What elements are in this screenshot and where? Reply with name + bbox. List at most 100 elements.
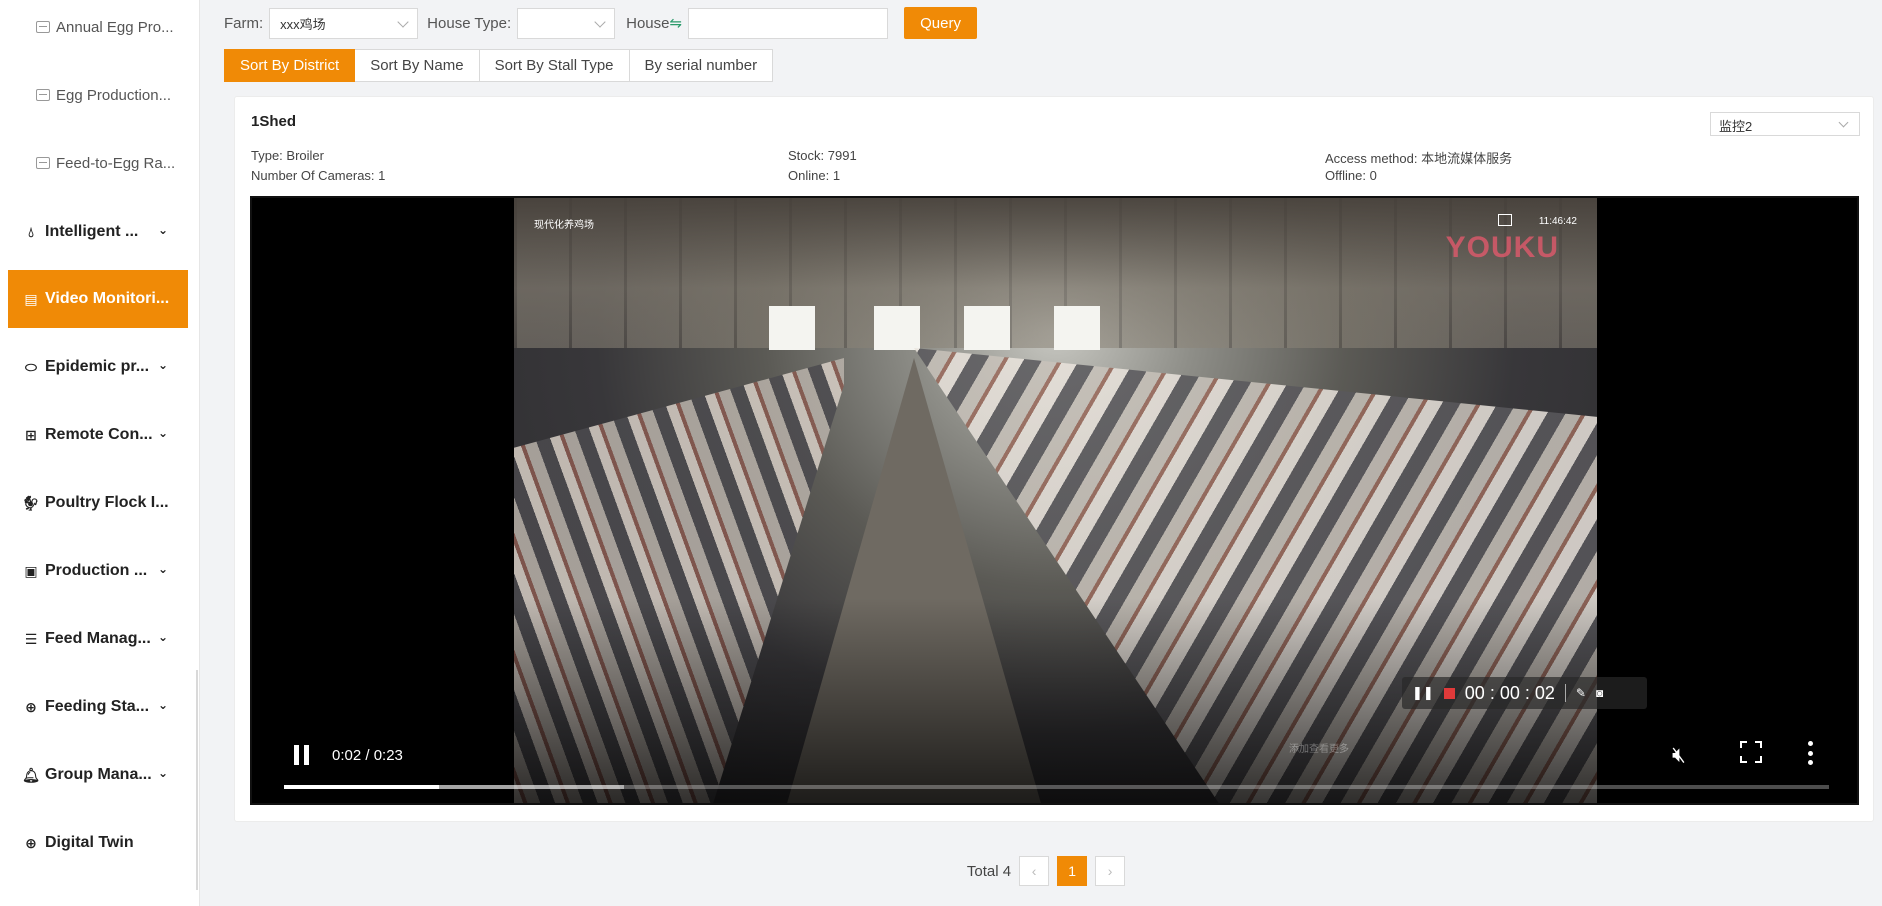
sidebar-item-label: Epidemic pr...: [45, 358, 150, 375]
farm-select-value: xxx鸡场: [280, 16, 326, 32]
report-icon: [36, 157, 50, 169]
more-options-icon[interactable]: [1807, 741, 1813, 765]
house-type-label: House Type:: [427, 14, 512, 32]
camera-overlay-label: 现代化养鸡场: [534, 220, 594, 231]
shed-card: 1Shed 监控2 Type: Broiler Number Of Camera…: [234, 96, 1874, 822]
tab-sort-by-name[interactable]: Sort By Name: [355, 49, 480, 82]
chevron-down-icon: ⌄: [158, 698, 169, 712]
info-cameras: Number Of Cameras: 1: [251, 168, 385, 183]
sidebar-item-video-monitoring[interactable]: ▤ Video Monitori...: [8, 270, 188, 328]
monitor-select[interactable]: 监控2: [1710, 112, 1860, 136]
scene-window: [769, 306, 815, 350]
recording-time: 00 : 00 : 02: [1464, 682, 1555, 703]
chevron-down-icon: [594, 15, 606, 28]
tab-by-serial-number[interactable]: By serial number: [629, 49, 774, 82]
sidebar-item-label: Production ...: [45, 562, 148, 579]
farm-select[interactable]: xxx鸡场: [269, 7, 419, 39]
sidebar-subitem-feed-to-egg-ratio[interactable]: Feed-to-Egg Ra...: [36, 151, 175, 175]
globe-icon: ⊕: [25, 834, 37, 851]
youku-watermark: YOUKU: [1445, 231, 1559, 264]
sidebar: Annual Egg Pro... Egg Production... Feed…: [0, 0, 200, 906]
chevron-down-icon: [1838, 117, 1849, 128]
divider: [1564, 684, 1566, 702]
sidebar-item-intelligent[interactable]: 💧︎ Intelligent ... ⌄: [8, 203, 188, 261]
info-type-label: Type:: [251, 148, 283, 163]
house-type-select[interactable]: [517, 7, 616, 39]
info-stock-value: 7991: [827, 148, 857, 163]
recording-bar: ❚❚ 00 : 00 : 02 ✎ ◙: [1402, 677, 1647, 709]
pagination-next-button[interactable]: ›: [1095, 856, 1126, 886]
chicken-icon: 🐓︎: [22, 494, 40, 511]
video-frame: 现代化养鸡场 11:46:42 YOUKU 添加查看更多: [514, 198, 1597, 803]
chevron-down-icon: [397, 15, 409, 28]
swap-icon[interactable]: ⇋: [669, 14, 682, 32]
video-progress-bar[interactable]: [284, 785, 1829, 789]
tab-sort-by-stall-type[interactable]: Sort By Stall Type: [479, 49, 630, 82]
sidebar-item-label: Group Mana...: [45, 766, 152, 783]
camera-icon[interactable]: ◙: [1596, 686, 1603, 700]
sidebar-item-group-management[interactable]: 🔔︎ Group Mana... ⌄: [8, 746, 188, 804]
sidebar-subitem-annual-egg-production[interactable]: Annual Egg Pro...: [36, 15, 174, 39]
sidebar-item-label: Feeding Sta...: [45, 698, 150, 715]
chevron-down-icon: ⌄: [158, 223, 169, 237]
sidebar-item-label: Poultry Flock I...: [45, 494, 169, 511]
chevron-down-icon: ⌄: [158, 426, 169, 440]
stop-record-icon[interactable]: [1443, 687, 1455, 699]
center-watermark: 添加查看更多: [1289, 744, 1349, 755]
pen-icon[interactable]: ✎: [1576, 686, 1586, 700]
sidebar-item-remote-control[interactable]: ⊞ Remote Con... ⌄: [8, 406, 188, 464]
chevron-down-icon: ⌄: [158, 630, 169, 644]
info-access-label: Access method:: [1325, 151, 1418, 166]
sidebar-item-label: Intelligent ...: [45, 223, 139, 240]
house-input[interactable]: [688, 7, 889, 39]
sidebar-subitem-label: Feed-to-Egg Ra...: [56, 154, 176, 172]
sidebar-item-label: Video Monitori...: [45, 290, 170, 307]
chevron-down-icon: ⌄: [158, 766, 169, 780]
filter-bar: Farm: xxx鸡场 House Type: House ⇋ Query: [224, 6, 978, 40]
sidebar-item-epidemic-prevention[interactable]: ⬭ Epidemic pr... ⌄: [8, 338, 188, 396]
sidebar-item-digital-twin[interactable]: ⊕ Digital Twin: [8, 814, 188, 872]
info-stock-label: Stock:: [788, 148, 825, 163]
info-access-method: Access method: 本地流媒体服务: [1325, 148, 1512, 167]
farm-label: Farm:: [224, 14, 264, 32]
pill-icon: ⬭: [25, 358, 37, 375]
pagination-prev-button[interactable]: ‹: [1019, 856, 1050, 886]
info-offline: Offline: 0: [1325, 168, 1377, 183]
info-online-value: 1: [832, 168, 841, 183]
video-played: [284, 785, 439, 789]
info-cameras-value: 1: [378, 168, 386, 183]
tab-sort-by-district[interactable]: Sort By District: [224, 49, 356, 82]
video-monitor-icon: ▤: [24, 290, 38, 307]
sidebar-item-feeding-standard[interactable]: ⊕ Feeding Sta... ⌄: [8, 678, 188, 736]
info-type-value: Broiler: [286, 148, 324, 163]
document-icon: ▣: [24, 562, 38, 579]
pagination-page-1[interactable]: 1: [1057, 856, 1088, 886]
report-icon: [36, 89, 50, 101]
sidebar-item-label: Feed Manag...: [45, 630, 151, 647]
mute-icon[interactable]: 🔇︎: [1672, 742, 1686, 768]
house-label: House: [626, 14, 670, 32]
monitor-select-value: 监控2: [1719, 119, 1753, 134]
sidebar-scrollbar[interactable]: [196, 670, 198, 890]
droplet-icon: 💧︎: [28, 223, 34, 240]
shed-title: 1Shed: [251, 113, 297, 130]
camera-status-icon: [1498, 214, 1512, 226]
info-online-label: Online:: [788, 168, 830, 183]
info-access-value: 本地流媒体服务: [1421, 151, 1513, 166]
pause-icon[interactable]: ❚❚: [1412, 685, 1434, 701]
sidebar-item-feed-management[interactable]: ☰ Feed Manag... ⌄: [8, 610, 188, 668]
sidebar-subitem-egg-production[interactable]: Egg Production...: [36, 83, 171, 107]
network-icon: ⊞: [25, 426, 37, 443]
fullscreen-icon[interactable]: [1740, 741, 1762, 763]
sidebar-item-poultry-flock[interactable]: 🐓︎ Poultry Flock I...: [8, 474, 188, 532]
sort-tabs: Sort By District Sort By Name Sort By St…: [224, 49, 774, 82]
info-offline-value: 0: [1369, 168, 1377, 183]
video-player[interactable]: 现代化养鸡场 11:46:42 YOUKU 添加查看更多 ❚❚ 00 : 00 …: [250, 196, 1859, 805]
scene-window: [964, 306, 1010, 350]
pause-button[interactable]: [292, 745, 312, 767]
query-button[interactable]: Query: [904, 7, 978, 39]
sidebar-subitem-label: Annual Egg Pro...: [56, 18, 174, 36]
pagination-total: Total 4: [966, 862, 1012, 880]
sidebar-item-label: Digital Twin: [45, 834, 134, 851]
sidebar-item-production[interactable]: ▣ Production ... ⌄: [8, 542, 188, 600]
